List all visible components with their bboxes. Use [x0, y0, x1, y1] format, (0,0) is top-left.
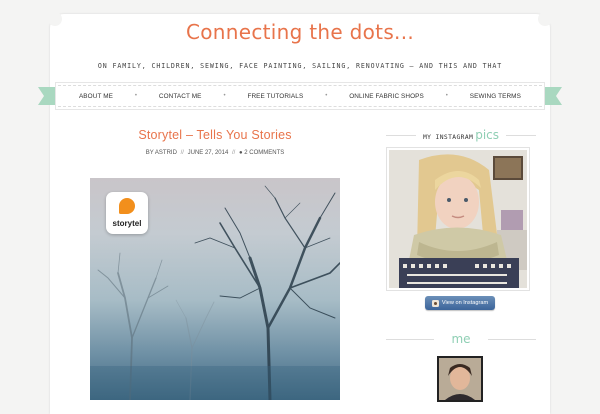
divider [386, 339, 434, 340]
meta-separator: // [180, 150, 184, 156]
girl-portrait-illustration [389, 150, 527, 288]
nav-item-free-tutorials[interactable]: FREE TUTORIALS [247, 93, 303, 100]
nav-separator: • [223, 93, 226, 99]
nav-item-online-fabric-shops[interactable]: ONLINE FABRIC SHOPS [349, 93, 424, 100]
main-nav: ABOUT ME • CONTACT ME • FREE TUTORIALS •… [58, 85, 542, 107]
instagram-photo-frame[interactable] [386, 147, 530, 291]
meta-separator: // [231, 150, 236, 156]
post-author[interactable]: BY ASTRID [146, 150, 177, 156]
view-on-instagram-button[interactable]: View on Instagram [425, 296, 495, 310]
nav-item-about-me[interactable]: ABOUT ME [79, 93, 113, 100]
nav-separator: • [325, 93, 328, 99]
instagram-title-prefix: MY INSTAGRAM [422, 134, 474, 141]
site-tagline: ON FAMILY, CHILDREN, SEWING, FACE PAINTI… [97, 62, 503, 70]
divider [506, 135, 536, 136]
me-widget-title: me [386, 330, 536, 348]
author-avatar[interactable] [437, 356, 483, 402]
post-meta: BY ASTRID // JUNE 27, 2014 // ● 2 COMMEN… [90, 150, 340, 156]
post-title[interactable]: Storytel – Tells You Stories [90, 128, 340, 142]
storytel-app-logo: storytel [106, 192, 148, 234]
me-title: me [451, 332, 471, 346]
instagram-photo [389, 150, 527, 288]
nav-item-contact-me[interactable]: CONTACT ME [159, 93, 202, 100]
divider [386, 135, 416, 136]
instagram-icon [431, 299, 439, 307]
instagram-title-pics: pics [475, 128, 500, 142]
post-comments-link[interactable]: 2 COMMENTS [244, 150, 284, 156]
divider [488, 339, 536, 340]
ribbon-left [38, 87, 58, 105]
post-date[interactable]: JUNE 27, 2014 [188, 150, 229, 156]
view-on-instagram-label: View on Instagram [441, 300, 489, 306]
storytel-bubble-icon [119, 198, 135, 214]
ribbon-right [542, 87, 562, 105]
storytel-logo-text: storytel [112, 219, 142, 228]
nav-item-sewing-terms[interactable]: SEWING TERMS [470, 93, 521, 100]
site-title[interactable]: Connecting the dots... [0, 20, 600, 44]
featured-image[interactable]: storytel [90, 178, 340, 400]
nav-separator: • [445, 93, 448, 99]
comment-icon: ● [239, 150, 243, 156]
instagram-widget-title: MY INSTAGRAM pics [386, 126, 536, 144]
author-portrait-illustration [439, 358, 481, 400]
nav-separator: • [134, 93, 137, 99]
